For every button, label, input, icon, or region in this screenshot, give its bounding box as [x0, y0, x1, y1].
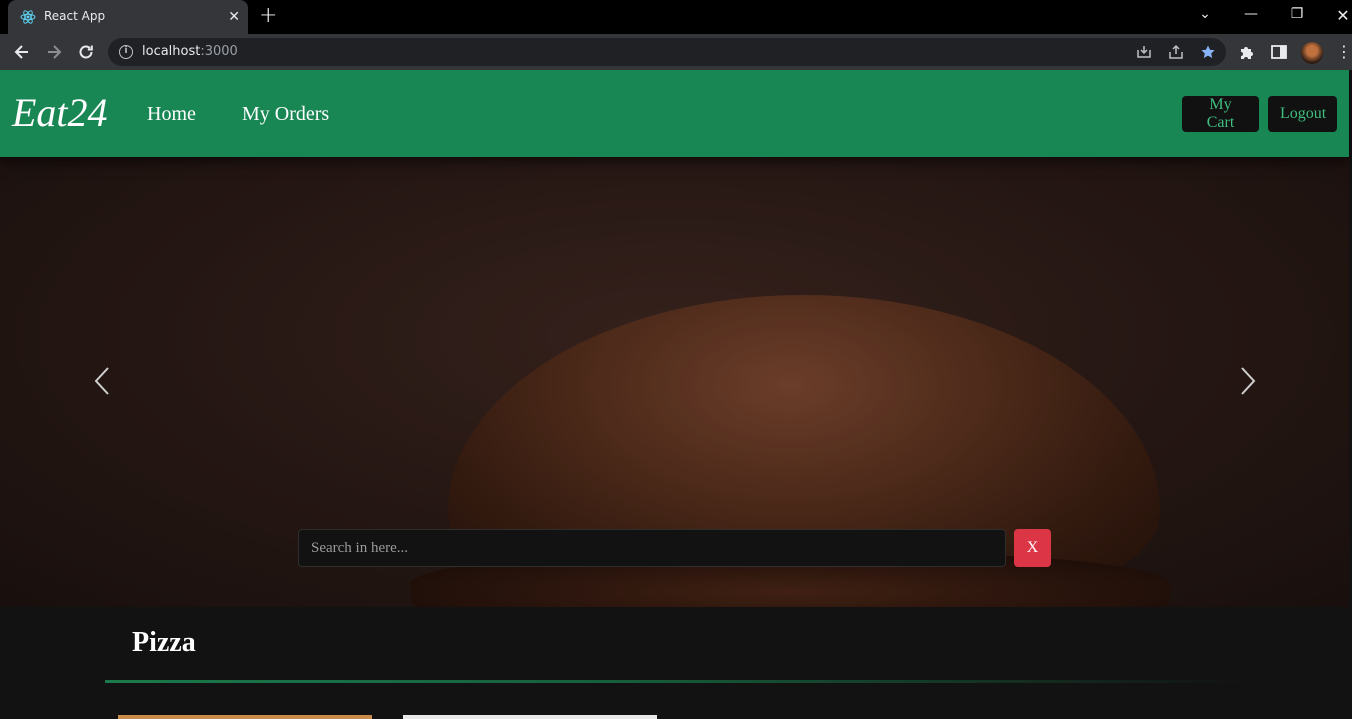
tab-search-icon[interactable]: ⌄ — [1190, 6, 1220, 22]
brand-logo[interactable]: Eat24 — [12, 90, 108, 136]
back-icon[interactable] — [12, 42, 32, 62]
page-viewport: Eat24 Home My Orders My Cart Logout X Pi… — [0, 70, 1352, 719]
restore-icon[interactable]: ❐ — [1282, 6, 1312, 22]
address-bar[interactable]: i localhost:3000 — [108, 38, 1226, 66]
hero-carousel: X — [0, 157, 1349, 607]
reload-icon[interactable] — [76, 42, 96, 62]
url-text: localhost:3000 — [142, 44, 238, 59]
my-cart-button[interactable]: My Cart — [1182, 96, 1259, 132]
forward-icon[interactable] — [44, 42, 64, 62]
nav-link-home[interactable]: Home — [147, 103, 196, 125]
extensions-icon[interactable] — [1238, 43, 1256, 61]
search-input[interactable] — [298, 529, 1006, 567]
clear-search-button[interactable]: X — [1014, 529, 1051, 567]
category-divider — [105, 680, 1245, 683]
bookmark-star-icon[interactable] — [1200, 44, 1216, 60]
url-host: localhost — [142, 44, 201, 59]
nav-link-my-orders[interactable]: My Orders — [242, 103, 329, 125]
side-panel-icon[interactable] — [1270, 43, 1288, 61]
close-tab-icon[interactable]: ✕ — [228, 9, 240, 25]
browser-tab[interactable]: React App ✕ — [8, 0, 248, 34]
site-navbar: Eat24 Home My Orders My Cart Logout — [0, 70, 1349, 157]
logout-button[interactable]: Logout — [1268, 96, 1337, 132]
food-card-edge — [118, 715, 372, 719]
browser-menu-icon[interactable]: ⋮ — [1335, 43, 1352, 61]
new-tab-icon[interactable]: + — [259, 5, 277, 27]
minimize-icon[interactable]: — — [1236, 6, 1266, 22]
window-close-icon[interactable]: ✕ — [1328, 6, 1352, 25]
site-info-icon[interactable]: i — [119, 45, 133, 59]
share-icon[interactable] — [1168, 44, 1184, 60]
tab-title: React App — [44, 9, 106, 23]
food-card-edge — [403, 715, 657, 719]
url-port: :3000 — [200, 44, 238, 59]
browser-toolbar: i localhost:3000 ⋮ — [0, 34, 1352, 70]
chevron-left-icon[interactable] — [92, 365, 112, 397]
chevron-right-icon[interactable] — [1238, 365, 1258, 397]
category-title: Pizza — [132, 627, 196, 658]
install-app-icon[interactable] — [1136, 44, 1152, 60]
react-logo-icon — [20, 10, 36, 24]
browser-tab-strip: React App ✕ + ⌄ — ❐ ✕ — [0, 0, 1352, 34]
profile-avatar[interactable] — [1301, 42, 1323, 64]
